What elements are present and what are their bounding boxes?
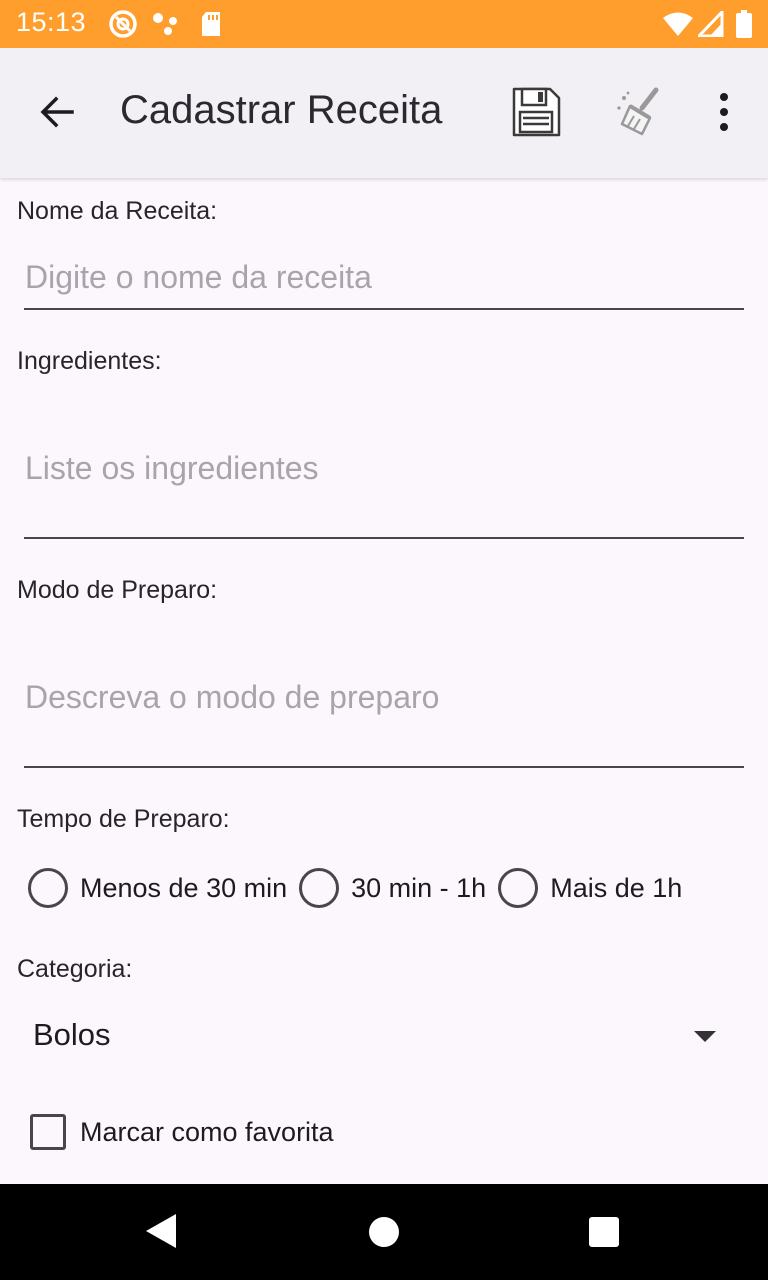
preparation-input[interactable]: Descreva o modo de preparo <box>24 630 744 768</box>
favorite-checkbox[interactable] <box>30 1114 66 1150</box>
recipe-name-label: Nome da Receita: <box>17 197 218 225</box>
nav-back-icon[interactable] <box>146 1214 176 1248</box>
back-arrow-icon[interactable] <box>30 86 82 138</box>
more-vert-icon[interactable] <box>700 84 748 140</box>
radio-more-1h[interactable]: Mais de 1h <box>498 868 682 908</box>
at-sign-icon <box>108 0 138 48</box>
broom-icon[interactable] <box>612 84 668 140</box>
status-bar: 15:13 <box>0 0 768 48</box>
nav-recents-icon[interactable] <box>589 1217 619 1247</box>
save-icon[interactable] <box>508 84 564 140</box>
page-title: Cadastrar Receita <box>120 88 443 132</box>
signal-icon <box>698 0 724 48</box>
wifi-icon <box>662 0 694 48</box>
ingredients-placeholder: Liste os ingredientes <box>25 450 319 486</box>
radio-30-60[interactable]: 30 min - 1h <box>299 868 486 908</box>
preparation-label: Modo de Preparo: <box>17 576 218 604</box>
radio-circle <box>498 868 539 908</box>
radio-label: 30 min - 1h <box>351 872 487 903</box>
radio-label: Mais de 1h <box>550 872 683 903</box>
radio-circle <box>299 868 340 908</box>
status-time: 15:13 <box>16 7 87 37</box>
nav-home-icon[interactable] <box>369 1217 399 1247</box>
dots-icon <box>152 0 180 48</box>
favorite-label: Marcar como favorita <box>80 1116 334 1147</box>
prep-time-radio-group: Menos de 30 min 30 min - 1h Mais de 1h <box>28 866 694 910</box>
dropdown-arrow-icon[interactable] <box>694 1031 716 1042</box>
radio-less-30[interactable]: Menos de 30 min <box>28 868 287 908</box>
sd-card-icon <box>200 0 222 48</box>
radio-label: Menos de 30 min <box>80 872 288 903</box>
recipe-name-placeholder: Digite o nome da receita <box>25 259 372 295</box>
preparation-placeholder: Descreva o modo de preparo <box>25 679 440 715</box>
category-selected-value: Bolos <box>33 1017 111 1052</box>
recipe-name-input[interactable]: Digite o nome da receita <box>24 250 744 310</box>
prep-time-label: Tempo de Preparo: <box>17 805 230 833</box>
category-label: Categoria: <box>17 955 133 983</box>
radio-circle <box>28 868 68 908</box>
favorite-checkbox-row[interactable]: Marcar como favorita <box>30 1114 334 1150</box>
ingredients-input[interactable]: Liste os ingredientes <box>24 400 744 539</box>
ingredients-label: Ingredientes: <box>17 347 162 375</box>
battery-icon <box>736 0 752 48</box>
app-bar: Cadastrar Receita <box>0 48 768 178</box>
category-spinner[interactable] <box>17 1000 737 1072</box>
